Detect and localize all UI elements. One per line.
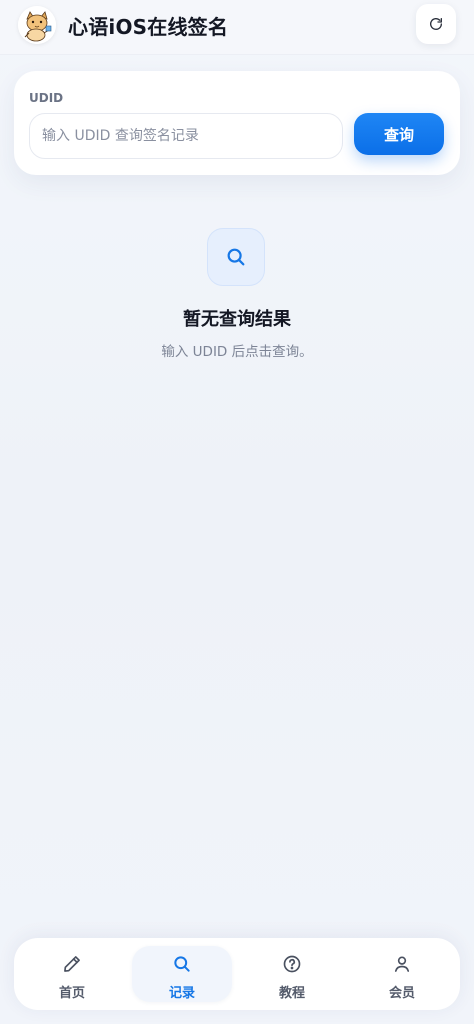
empty-state-icon-box	[207, 228, 265, 286]
search-icon	[225, 246, 247, 268]
pencil-icon	[61, 953, 83, 975]
udid-input[interactable]	[29, 113, 343, 159]
search-icon	[171, 953, 193, 975]
user-icon	[391, 953, 413, 975]
udid-label: UDID	[29, 91, 64, 105]
app-header: 心语iOS在线签名	[0, 0, 474, 55]
cartoon-cat-logo	[18, 6, 56, 44]
nav-label-records: 记录	[168, 986, 195, 1001]
nav-label-home: 首页	[58, 986, 85, 1001]
nav-item-home[interactable]: 首页	[22, 946, 122, 1002]
bottom-nav: 首页 记录 教程 会员	[14, 938, 460, 1010]
nav-item-tutorial[interactable]: 教程	[242, 946, 342, 1002]
query-button[interactable]: 查询	[354, 113, 444, 155]
help-circle-icon	[281, 953, 303, 975]
refresh-icon	[428, 16, 444, 32]
nav-item-records[interactable]: 记录	[132, 946, 232, 1002]
app-title: 心语iOS在线签名	[68, 15, 229, 39]
query-card: UDID 查询	[14, 71, 460, 175]
nav-item-member[interactable]: 会员	[352, 946, 452, 1002]
empty-state-title: 暂无查询结果	[183, 309, 291, 330]
nav-label-tutorial: 教程	[278, 986, 305, 1001]
nav-label-member: 会员	[388, 986, 415, 1001]
refresh-button[interactable]	[416, 4, 456, 44]
empty-state-subtitle: 输入 UDID 后点击查询。	[161, 344, 313, 360]
